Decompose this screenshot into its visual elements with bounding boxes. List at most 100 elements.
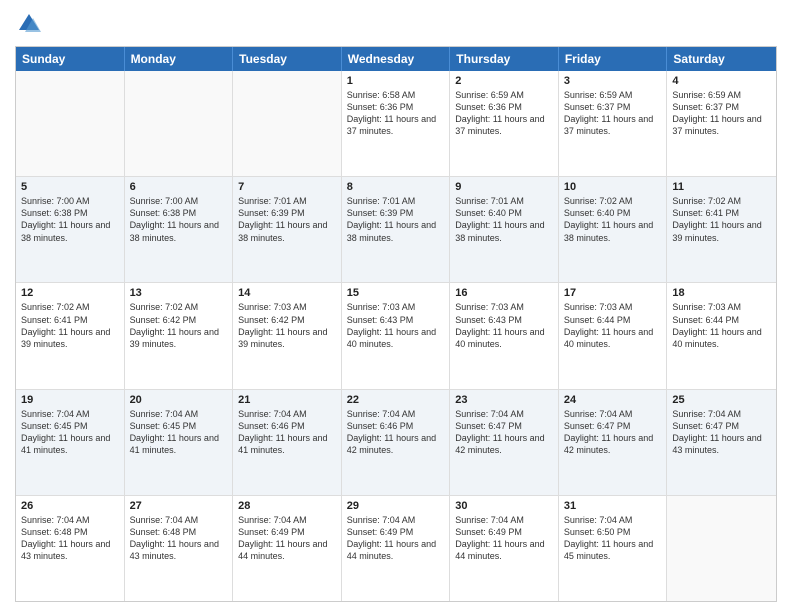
day-number: 30: [455, 500, 553, 512]
calendar-cell: 28Sunrise: 7:04 AM Sunset: 6:49 PM Dayli…: [233, 496, 342, 601]
cell-info: Sunrise: 6:59 AM Sunset: 6:37 PM Dayligh…: [672, 89, 771, 138]
cell-info: Sunrise: 6:59 AM Sunset: 6:37 PM Dayligh…: [564, 89, 662, 138]
weekday-header: Tuesday: [233, 47, 342, 71]
calendar-cell: 5 Sunrise: 7:00 AM Sunset: 6:38 PM Daylig…: [16, 177, 125, 282]
day-number: 3: [564, 75, 662, 87]
day-number: 21: [238, 394, 336, 406]
cell-info: Sunrise: 7:03 AM Sunset: 6:42 PM Dayligh…: [238, 301, 336, 350]
cell-info: Sunrise: 7:01 AM Sunset: 6:39 PM Dayligh…: [238, 195, 336, 244]
cell-info: Sunrise: 7:03 AM Sunset: 6:44 PM Dayligh…: [564, 301, 662, 350]
day-number: 22: [347, 394, 445, 406]
cell-info: Sunrise: 7:04 AM Sunset: 6:45 PM Dayligh…: [21, 408, 119, 457]
day-number: 16: [455, 287, 553, 299]
calendar-cell: 23 Sunrise: 7:04 AM Sunset: 6:47 PM Dayli…: [450, 390, 559, 495]
calendar-cell: 4 Sunrise: 6:59 AM Sunset: 6:37 PM Daylig…: [667, 71, 776, 176]
calendar-cell: 19 Sunrise: 7:04 AM Sunset: 6:45 PM Dayli…: [16, 390, 125, 495]
day-number: 2: [455, 75, 553, 87]
calendar-row: 12 Sunrise: 7:02 AM Sunset: 6:41 PM Dayli…: [16, 283, 776, 389]
cell-info: Sunrise: 7:04 AM Sunset: 6:49 PM Dayligh…: [347, 514, 445, 563]
calendar-cell: 6 Sunrise: 7:00 AM Sunset: 6:38 PM Daylig…: [125, 177, 234, 282]
cell-info: Sunrise: 7:02 AM Sunset: 6:41 PM Dayligh…: [21, 301, 119, 350]
calendar-cell: 14Sunrise: 7:03 AM Sunset: 6:42 PM Dayli…: [233, 283, 342, 388]
day-number: 24: [564, 394, 662, 406]
calendar-cell: 17 Sunrise: 7:03 AM Sunset: 6:44 PM Dayli…: [559, 283, 668, 388]
cell-info: Sunrise: 7:01 AM Sunset: 6:40 PM Dayligh…: [455, 195, 553, 244]
cell-info: Sunrise: 7:04 AM Sunset: 6:46 PM Dayligh…: [347, 408, 445, 457]
cell-info: Sunrise: 7:00 AM Sunset: 6:38 PM Dayligh…: [130, 195, 228, 244]
calendar: SundayMondayTuesdayWednesdayThursdayFrid…: [15, 46, 777, 602]
calendar-cell: 24 Sunrise: 7:04 AM Sunset: 6:47 PM Dayli…: [559, 390, 668, 495]
calendar-row: 1 Sunrise: 6:58 AM Sunset: 6:36 PM Daylig…: [16, 71, 776, 177]
day-number: 11: [672, 181, 771, 193]
calendar-cell: [233, 71, 342, 176]
cell-info: Sunrise: 6:58 AM Sunset: 6:36 PM Dayligh…: [347, 89, 445, 138]
calendar-cell: 15 Sunrise: 7:03 AM Sunset: 6:43 PM Dayli…: [342, 283, 451, 388]
cell-info: Sunrise: 7:04 AM Sunset: 6:47 PM Dayligh…: [564, 408, 662, 457]
day-number: 7: [238, 181, 336, 193]
logo: [15, 10, 47, 38]
cell-info: Sunrise: 7:04 AM Sunset: 6:49 PM Dayligh…: [455, 514, 553, 563]
calendar-cell: 11Sunrise: 7:02 AM Sunset: 6:41 PM Dayli…: [667, 177, 776, 282]
cell-info: Sunrise: 7:00 AM Sunset: 6:38 PM Dayligh…: [21, 195, 119, 244]
day-number: 4: [672, 75, 771, 87]
day-number: 25: [672, 394, 771, 406]
weekday-header: Monday: [125, 47, 234, 71]
cell-info: Sunrise: 7:04 AM Sunset: 6:46 PM Dayligh…: [238, 408, 336, 457]
calendar-cell: 13 Sunrise: 7:02 AM Sunset: 6:42 PM Dayli…: [125, 283, 234, 388]
day-number: 19: [21, 394, 119, 406]
day-number: 17: [564, 287, 662, 299]
page: SundayMondayTuesdayWednesdayThursdayFrid…: [0, 0, 792, 612]
day-number: 27: [130, 500, 228, 512]
calendar-cell: [667, 496, 776, 601]
day-number: 23: [455, 394, 553, 406]
day-number: 31: [564, 500, 662, 512]
day-number: 6: [130, 181, 228, 193]
cell-info: Sunrise: 7:03 AM Sunset: 6:44 PM Dayligh…: [672, 301, 771, 350]
day-number: 8: [347, 181, 445, 193]
calendar-cell: 7 Sunrise: 7:01 AM Sunset: 6:39 PM Daylig…: [233, 177, 342, 282]
day-number: 13: [130, 287, 228, 299]
weekday-header: Saturday: [667, 47, 776, 71]
day-number: 18: [672, 287, 771, 299]
calendar-cell: [125, 71, 234, 176]
day-number: 12: [21, 287, 119, 299]
calendar-cell: 1 Sunrise: 6:58 AM Sunset: 6:36 PM Daylig…: [342, 71, 451, 176]
cell-info: Sunrise: 7:04 AM Sunset: 6:47 PM Dayligh…: [672, 408, 771, 457]
calendar-row: 5 Sunrise: 7:00 AM Sunset: 6:38 PM Daylig…: [16, 177, 776, 283]
calendar-cell: 26 Sunrise: 7:04 AM Sunset: 6:48 PM Dayli…: [16, 496, 125, 601]
cell-info: Sunrise: 7:04 AM Sunset: 6:45 PM Dayligh…: [130, 408, 228, 457]
cell-info: Sunrise: 7:04 AM Sunset: 6:48 PM Dayligh…: [21, 514, 119, 563]
calendar-cell: 9Sunrise: 7:01 AM Sunset: 6:40 PM Daylig…: [450, 177, 559, 282]
cell-info: Sunrise: 7:04 AM Sunset: 6:47 PM Dayligh…: [455, 408, 553, 457]
calendar-row: 19 Sunrise: 7:04 AM Sunset: 6:45 PM Dayli…: [16, 390, 776, 496]
cell-info: Sunrise: 7:01 AM Sunset: 6:39 PM Dayligh…: [347, 195, 445, 244]
cell-info: Sunrise: 7:04 AM Sunset: 6:49 PM Dayligh…: [238, 514, 336, 563]
calendar-row: 26 Sunrise: 7:04 AM Sunset: 6:48 PM Dayli…: [16, 496, 776, 601]
day-number: 15: [347, 287, 445, 299]
weekday-header: Wednesday: [342, 47, 451, 71]
calendar-body: 1 Sunrise: 6:58 AM Sunset: 6:36 PM Daylig…: [16, 71, 776, 601]
day-number: 20: [130, 394, 228, 406]
header: [15, 10, 777, 38]
cell-info: Sunrise: 7:03 AM Sunset: 6:43 PM Dayligh…: [347, 301, 445, 350]
weekday-header: Friday: [559, 47, 668, 71]
day-number: 5: [21, 181, 119, 193]
calendar-cell: 2Sunrise: 6:59 AM Sunset: 6:36 PM Daylig…: [450, 71, 559, 176]
weekday-header: Sunday: [16, 47, 125, 71]
cell-info: Sunrise: 7:04 AM Sunset: 6:48 PM Dayligh…: [130, 514, 228, 563]
calendar-cell: 31Sunrise: 7:04 AM Sunset: 6:50 PM Dayli…: [559, 496, 668, 601]
weekday-header: Thursday: [450, 47, 559, 71]
cell-info: Sunrise: 7:02 AM Sunset: 6:42 PM Dayligh…: [130, 301, 228, 350]
calendar-cell: 12 Sunrise: 7:02 AM Sunset: 6:41 PM Dayli…: [16, 283, 125, 388]
calendar-cell: 16 Sunrise: 7:03 AM Sunset: 6:43 PM Dayli…: [450, 283, 559, 388]
calendar-header: SundayMondayTuesdayWednesdayThursdayFrid…: [16, 47, 776, 71]
calendar-cell: 3 Sunrise: 6:59 AM Sunset: 6:37 PM Daylig…: [559, 71, 668, 176]
logo-icon: [15, 10, 43, 38]
calendar-cell: 8 Sunrise: 7:01 AM Sunset: 6:39 PM Daylig…: [342, 177, 451, 282]
calendar-cell: 20 Sunrise: 7:04 AM Sunset: 6:45 PM Dayli…: [125, 390, 234, 495]
cell-info: Sunrise: 7:02 AM Sunset: 6:40 PM Dayligh…: [564, 195, 662, 244]
calendar-cell: 27 Sunrise: 7:04 AM Sunset: 6:48 PM Dayli…: [125, 496, 234, 601]
day-number: 26: [21, 500, 119, 512]
cell-info: Sunrise: 7:03 AM Sunset: 6:43 PM Dayligh…: [455, 301, 553, 350]
day-number: 1: [347, 75, 445, 87]
